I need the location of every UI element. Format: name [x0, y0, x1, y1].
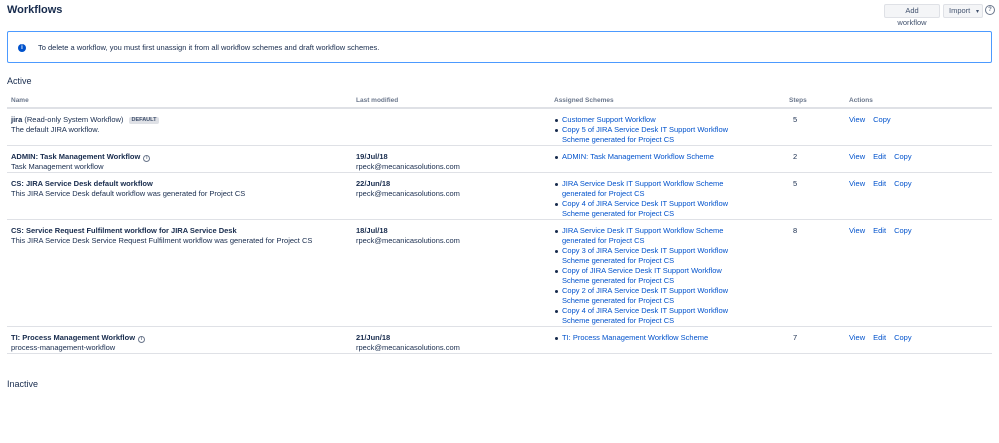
info-text: To delete a workflow, you must first una…: [38, 43, 380, 52]
scheme-link[interactable]: Copy 5 of JIRA Service Desk IT Support W…: [554, 125, 744, 145]
scheme-link[interactable]: Customer Support Workflow: [554, 115, 744, 125]
workflow-name-text: ADMIN: Task Management Workflow: [11, 152, 141, 161]
assigned-schemes-list: Customer Support Workflow Copy 5 of JIRA…: [554, 115, 744, 145]
page-header: Workflows Add workflow Import ▾ ?: [7, 4, 995, 27]
workflow-name: CS: Service Request Fulfilment workflow …: [11, 226, 237, 235]
copy-link[interactable]: Copy: [873, 115, 891, 124]
workflow-name-cell: jira (Read-only System Workflow) DEFAULT…: [11, 115, 160, 135]
steps-count: 5: [793, 115, 798, 124]
copy-link[interactable]: Copy: [894, 179, 912, 188]
read-only-label: (Read-only System Workflow): [24, 115, 124, 124]
workflow-description: This JIRA Service Desk default workflow …: [11, 189, 246, 198]
scheme-link[interactable]: Copy of JIRA Service Desk IT Support Wor…: [554, 266, 744, 286]
assigned-schemes-list: JIRA Service Desk IT Support Workflow Sc…: [554, 179, 744, 219]
workflow-name: TI: Process Management Workflow i: [11, 333, 146, 343]
modified-user: rpeck@mecanicasolutions.com: [356, 162, 460, 171]
info-icon[interactable]: i: [143, 155, 151, 162]
default-badge: DEFAULT: [128, 117, 160, 124]
last-modified-cell: 18/Jul/18 rpeck@mecanicasolutions.com: [356, 226, 460, 246]
last-modified-cell: 21/Jun/18 rpeck@mecanicasolutions.com: [356, 333, 460, 353]
view-link[interactable]: View: [849, 152, 865, 161]
copy-link[interactable]: Copy: [894, 226, 912, 235]
assigned-schemes-list: ADMIN: Task Management Workflow Scheme: [554, 152, 744, 162]
last-modified-cell: 22/Jun/18 rpeck@mecanicasolutions.com: [356, 179, 460, 199]
modified-date: 19/Jul/18: [356, 152, 388, 161]
steps-count: 7: [793, 333, 798, 342]
workflow-name-cell: TI: Process Management Workflow i process…: [11, 333, 146, 353]
copy-link[interactable]: Copy: [894, 152, 912, 161]
workflow-name-text: jira: [11, 115, 23, 124]
actions-cell: View Edit Copy: [849, 226, 920, 236]
assigned-schemes-list: JIRA Service Desk IT Support Workflow Sc…: [554, 226, 744, 326]
view-link[interactable]: View: [849, 115, 865, 124]
workflow-name-cell: CS: Service Request Fulfilment workflow …: [11, 226, 312, 246]
edit-link[interactable]: Edit: [873, 152, 886, 161]
col-assigned-schemes: Assigned Schemes: [554, 97, 614, 104]
workflow-name: jira (Read-only System Workflow) DEFAULT: [11, 115, 160, 125]
modified-user: rpeck@mecanicasolutions.com: [356, 343, 460, 352]
view-link[interactable]: View: [849, 226, 865, 235]
page-title: Workflows: [7, 4, 63, 16]
add-workflow-button[interactable]: Add workflow: [884, 4, 940, 27]
assigned-schemes-list: TI: Process Management Workflow Scheme: [554, 333, 744, 343]
modified-date: 21/Jun/18: [356, 333, 391, 342]
edit-link[interactable]: Edit: [873, 333, 886, 342]
workflow-name-cell: ADMIN: Task Management Workflow i Task Ma…: [11, 152, 151, 172]
scheme-link[interactable]: TI: Process Management Workflow Scheme: [554, 333, 744, 343]
actions-cell: View Copy: [849, 115, 899, 125]
scheme-link[interactable]: JIRA Service Desk IT Support Workflow Sc…: [554, 226, 744, 246]
scheme-link[interactable]: Copy 2 of JIRA Service Desk IT Support W…: [554, 286, 744, 306]
edit-link[interactable]: Edit: [873, 226, 886, 235]
workflow-description: Task Management workflow: [11, 162, 104, 171]
import-button[interactable]: Import ▾: [943, 4, 983, 18]
steps-count: 5: [793, 179, 798, 188]
col-last-modified: Last modified: [356, 97, 399, 104]
workflow-description: The default JIRA workflow.: [11, 125, 100, 134]
import-label: Import: [949, 6, 971, 15]
col-actions: Actions: [849, 97, 873, 104]
section-inactive-title: Inactive: [7, 379, 39, 389]
table-row: CS: JIRA Service Desk default workflow T…: [7, 173, 992, 220]
modified-user: rpeck@mecanicasolutions.com: [356, 189, 460, 198]
scheme-link[interactable]: Copy 3 of JIRA Service Desk IT Support W…: [554, 246, 744, 266]
copy-link[interactable]: Copy: [894, 333, 912, 342]
scheme-link[interactable]: Copy 4 of JIRA Service Desk IT Support W…: [554, 199, 744, 219]
modified-date: 18/Jul/18: [356, 226, 388, 235]
table-row: ADMIN: Task Management Workflow i Task Ma…: [7, 146, 992, 173]
view-link[interactable]: View: [849, 333, 865, 342]
scheme-link[interactable]: ADMIN: Task Management Workflow Scheme: [554, 152, 744, 162]
last-modified-cell: 19/Jul/18 rpeck@mecanicasolutions.com: [356, 152, 460, 172]
actions-cell: View Edit Copy: [849, 179, 920, 189]
edit-link[interactable]: Edit: [873, 179, 886, 188]
help-icon[interactable]: ?: [985, 5, 995, 15]
table-row: CS: Service Request Fulfilment workflow …: [7, 220, 992, 327]
info-icon[interactable]: i: [138, 336, 146, 343]
steps-count: 2: [793, 152, 798, 161]
table-row: jira (Read-only System Workflow) DEFAULT…: [7, 109, 992, 146]
col-name: Name: [11, 97, 29, 104]
info-icon: i: [18, 44, 26, 52]
table-header: Name Last modified Assigned Schemes Step…: [7, 95, 992, 109]
actions-cell: View Edit Copy: [849, 152, 920, 162]
scheme-link[interactable]: JIRA Service Desk IT Support Workflow Sc…: [554, 179, 744, 199]
modified-user: rpeck@mecanicasolutions.com: [356, 236, 460, 245]
workflow-name-text: TI: Process Management Workflow: [11, 333, 136, 342]
view-link[interactable]: View: [849, 179, 865, 188]
scheme-link[interactable]: Copy 4 of JIRA Service Desk IT Support W…: [554, 306, 744, 326]
workflow-description: process-management-workflow: [11, 343, 116, 352]
table-row: TI: Process Management Workflow i process…: [7, 327, 992, 354]
chevron-down-icon: ▾: [975, 9, 979, 15]
info-message: i To delete a workflow, you must first u…: [7, 31, 992, 63]
steps-count: 8: [793, 226, 798, 235]
workflow-name: CS: JIRA Service Desk default workflow: [11, 179, 153, 188]
workflow-description: This JIRA Service Desk Service Request F…: [11, 236, 313, 245]
workflow-name-cell: CS: JIRA Service Desk default workflow T…: [11, 179, 245, 199]
workflow-name: ADMIN: Task Management Workflow i: [11, 152, 151, 162]
section-active-title: Active: [7, 76, 32, 86]
col-steps: Steps: [789, 97, 807, 104]
modified-date: 22/Jun/18: [356, 179, 391, 188]
actions-cell: View Edit Copy: [849, 333, 920, 343]
